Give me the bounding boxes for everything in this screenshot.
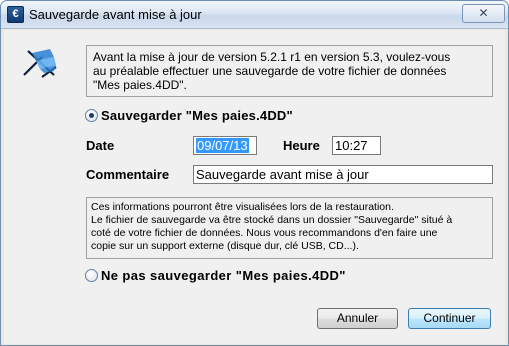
- window-title: Sauvegarde avant mise à jour: [29, 7, 202, 22]
- heure-label: Heure: [283, 138, 320, 153]
- close-button[interactable]: ✕: [462, 4, 505, 23]
- date-label: Date: [86, 138, 115, 153]
- app-icon: €: [7, 6, 24, 23]
- info-line: Le fichier de sauvegarde va être stocké …: [91, 214, 453, 226]
- info-line: Ces informations pourront être visualisé…: [91, 201, 394, 213]
- dialog-content: Avant la mise à jour de version 5.2.1 r1…: [4, 30, 505, 344]
- intro-line: Avant la mise à jour de version 5.2.1 r1…: [93, 50, 451, 64]
- date-value: 09/07/13: [196, 138, 249, 153]
- intro-line: au préalable effectuer une sauvegarde de…: [93, 64, 447, 78]
- info-line: coté de votre fichier de données. Nous v…: [91, 227, 438, 239]
- info-message: Ces informations pourront être visualisé…: [86, 197, 493, 259]
- save-radio[interactable]: [85, 109, 98, 122]
- heure-field[interactable]: 10:27: [332, 136, 381, 155]
- comment-field[interactable]: Sauvegarde avant mise à jour: [193, 165, 493, 184]
- continue-button[interactable]: Continuer: [408, 308, 491, 329]
- close-icon: ✕: [478, 6, 489, 20]
- date-field[interactable]: 09/07/13: [193, 136, 257, 155]
- save-radio-label[interactable]: Sauvegarder "Mes paies.4DD": [101, 108, 293, 123]
- title-bar[interactable]: € Sauvegarde avant mise à jour ✕: [1, 1, 508, 29]
- nosave-radio-label[interactable]: Ne pas sauvegarder "Mes paies.4DD": [101, 268, 346, 283]
- nosave-radio[interactable]: [85, 269, 98, 282]
- comment-label: Commentaire: [86, 167, 170, 182]
- intro-line: "Mes paies.4DD".: [93, 78, 187, 92]
- dialog-window: € Sauvegarde avant mise à jour ✕ Avant l…: [0, 0, 509, 346]
- deckchair-logo-icon: [23, 49, 57, 78]
- intro-message: Avant la mise à jour de version 5.2.1 r1…: [86, 45, 493, 97]
- cancel-button[interactable]: Annuler: [317, 308, 398, 329]
- info-line: copie sur un support externe (disque dur…: [91, 240, 359, 252]
